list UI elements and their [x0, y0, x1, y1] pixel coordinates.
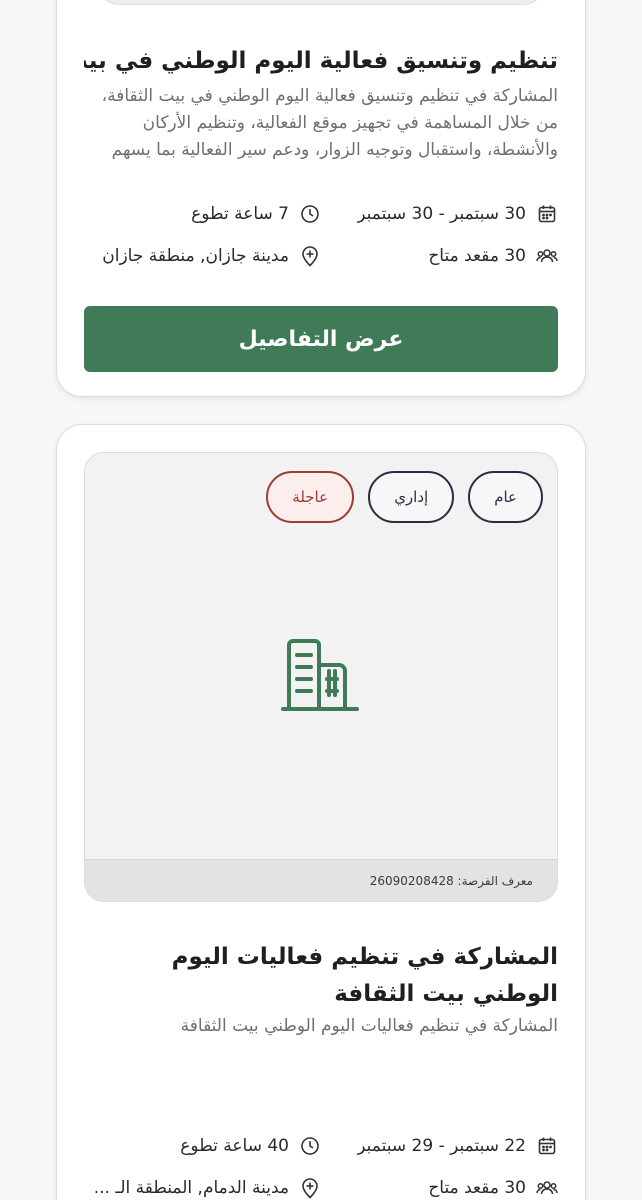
tag-administrative[interactable]: إداري [368, 471, 455, 523]
card-image-bottom-edge [97, 0, 545, 5]
location-text: مدينة الدمام, المنطقة الـ ... [93, 1178, 289, 1198]
tag-list: عام إداري عاجلة [266, 471, 543, 523]
clock-icon [299, 1135, 321, 1157]
calendar-icon [536, 203, 558, 225]
available-seats: 30 مقعد متاح [321, 245, 558, 267]
tag-general[interactable]: عام [468, 471, 543, 523]
opportunity-meta: 30 سبتمبر - 30 سبتمبر 7 ساعة تطوع 30 مقع… [84, 193, 558, 277]
opportunity-title: تنظيم وتنسيق فعالية اليوم الوطني في بيت … [84, 48, 558, 74]
available-seats-text: 30 مقعد متاح [428, 246, 526, 266]
view-details-button[interactable]: عرض التفاصيل [84, 306, 558, 372]
available-seats: 30 مقعد متاح [321, 1177, 558, 1199]
opportunity-card: تنظيم وتنسيق فعالية اليوم الوطني في بيت … [56, 0, 586, 397]
opportunity-id-text: معرف الفرصة: 26090208428 [369, 873, 533, 888]
location-text: مدينة جازان, منطقة جازان [102, 246, 289, 266]
volunteer-hours-text: 7 ساعة تطوع [191, 204, 289, 224]
opportunity-description: المشاركة في تنظيم وتنسيق فعالية اليوم ال… [101, 86, 558, 160]
opportunity-description: المشاركة في تنظيم فعاليات اليوم الوطني ب… [180, 1016, 558, 1036]
available-seats-text: 30 مقعد متاح [428, 1178, 526, 1198]
date-range: 22 سبتمبر - 29 سبتمبر [321, 1135, 558, 1157]
users-icon [536, 1177, 558, 1199]
date-range-text: 22 سبتمبر - 29 سبتمبر [357, 1136, 526, 1156]
location: مدينة الدمام, المنطقة الـ ... [84, 1177, 321, 1199]
calendar-icon [536, 1135, 558, 1157]
users-icon [536, 245, 558, 267]
opportunity-image-placeholder: عام إداري عاجلة معرف الفرصة: 26090208428 [84, 452, 558, 902]
volunteer-hours: 40 ساعة تطوع [84, 1135, 321, 1157]
volunteer-hours: 7 ساعة تطوع [84, 203, 321, 225]
opportunity-id: معرف الفرصة: 26090208428 [85, 859, 557, 901]
building-icon [281, 639, 359, 711]
date-range-text: 30 سبتمبر - 30 سبتمبر [357, 204, 526, 224]
opportunity-meta: 22 سبتمبر - 29 سبتمبر 40 ساعة تطوع 30 مق… [84, 1125, 558, 1200]
opportunity-title: المشاركة في تنظيم فعاليات اليوم الوطني ب… [171, 944, 558, 1007]
clock-icon [299, 203, 321, 225]
opportunities-feed: تنظيم وتنسيق فعالية اليوم الوطني في بيت … [0, 0, 642, 1200]
volunteer-hours-text: 40 ساعة تطوع [180, 1136, 289, 1156]
date-range: 30 سبتمبر - 30 سبتمبر [321, 203, 558, 225]
location: مدينة جازان, منطقة جازان [84, 245, 321, 267]
location-pin-icon [299, 1177, 321, 1199]
opportunity-card: عام إداري عاجلة معرف الفرصة: 26090208428 [56, 424, 586, 1200]
location-pin-icon [299, 245, 321, 267]
tag-urgent[interactable]: عاجلة [266, 471, 355, 523]
